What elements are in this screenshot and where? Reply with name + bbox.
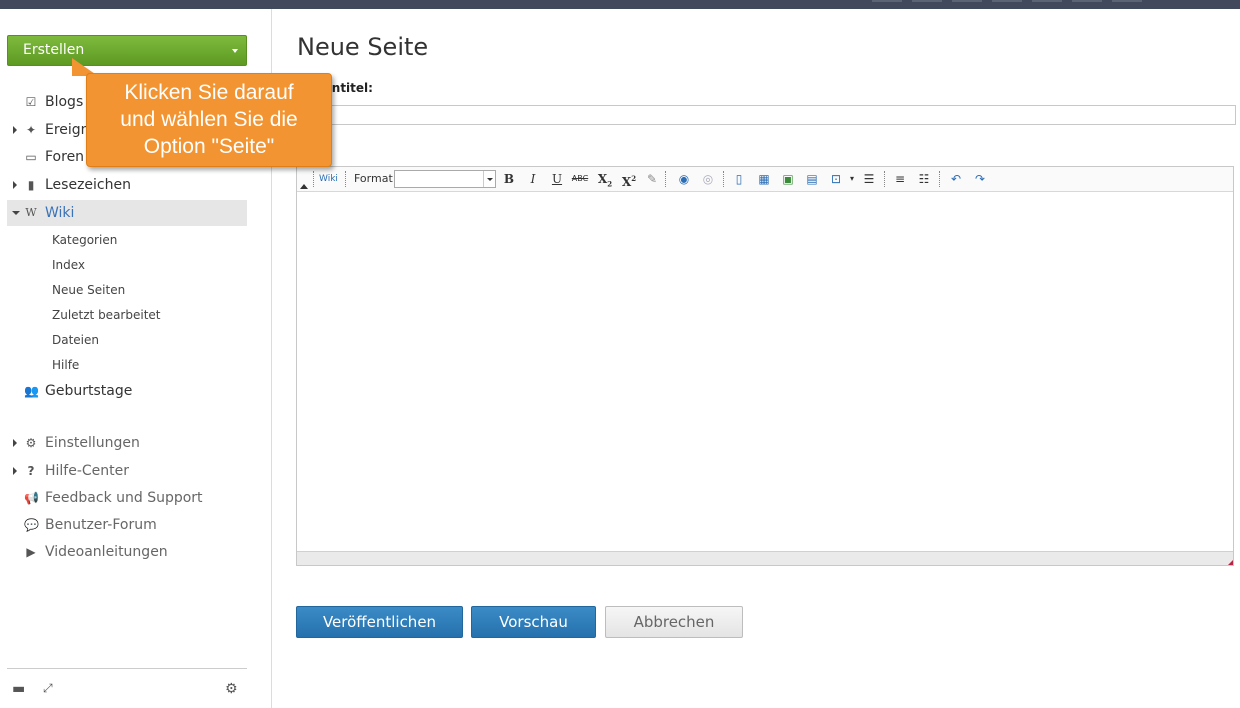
- title-input[interactable]: [297, 105, 1236, 125]
- header-tab[interactable]: [992, 0, 1022, 2]
- wiki-icon: W: [25, 206, 37, 219]
- expand-arrow-icon[interactable]: [13, 181, 17, 189]
- bold-icon[interactable]: B: [500, 170, 518, 188]
- header-tab[interactable]: [872, 0, 902, 2]
- superscript-icon[interactable]: X2: [620, 170, 638, 189]
- document-icon[interactable]: ▤: [803, 170, 821, 188]
- strikethrough-icon[interactable]: ABC: [571, 170, 589, 188]
- sidebar-item-birthdays[interactable]: 👥 Geburtstage: [7, 378, 247, 404]
- header-tab[interactable]: [1072, 0, 1102, 2]
- toolbar-separator: [345, 171, 346, 187]
- wiki-sub-index[interactable]: Index: [52, 255, 85, 275]
- horizontal-rule-icon[interactable]: ☰: [860, 170, 878, 188]
- header-tab[interactable]: [1032, 0, 1062, 2]
- toolbar-collapse-icon[interactable]: [300, 184, 308, 189]
- bullet-list-icon[interactable]: ☷: [915, 170, 933, 188]
- gear-icon: ⚙: [25, 436, 37, 450]
- sidebar-item-label: Feedback und Support: [45, 490, 203, 506]
- wiki-markup-icon[interactable]: Wiki: [319, 170, 338, 188]
- chevron-down-icon[interactable]: [232, 49, 238, 53]
- sidebar-item-wiki[interactable]: W Wiki: [7, 200, 247, 226]
- format-select[interactable]: [394, 170, 496, 188]
- sidebar-item-label: Benutzer-Forum: [45, 517, 157, 533]
- editor-toolbar: Wiki Format B I U ABC X2 X2 ✎ ◉ ◎ ▯ ▦ ▣ …: [297, 167, 1233, 192]
- subscript-icon[interactable]: X2: [596, 170, 614, 188]
- header-tab[interactable]: [952, 0, 982, 2]
- toolbar-separator: [723, 171, 724, 187]
- header-tab[interactable]: [1112, 0, 1142, 2]
- format-label: Format: [354, 172, 393, 185]
- wiki-sub-files[interactable]: Dateien: [52, 330, 99, 350]
- numbered-list-icon[interactable]: ≡: [891, 170, 909, 188]
- underline-icon[interactable]: U: [548, 170, 566, 188]
- expand-arrow-icon[interactable]: [13, 467, 17, 475]
- expand-arrow-icon[interactable]: [13, 439, 17, 447]
- toolbar-separator: [313, 171, 314, 187]
- sidebar-item-label: Videoanleitungen: [45, 544, 168, 560]
- pin-icon: ✦: [25, 123, 37, 137]
- sidebar-item-feedback[interactable]: 📢 Feedback und Support: [7, 485, 247, 511]
- publish-button[interactable]: Veröffentlichen: [296, 606, 463, 638]
- create-button[interactable]: Erstellen: [7, 35, 247, 66]
- eraser-icon[interactable]: ✎: [643, 170, 661, 188]
- chevron-down-icon: [483, 171, 495, 187]
- header-tab[interactable]: [912, 0, 942, 2]
- preview-button[interactable]: Vorschau: [471, 606, 596, 638]
- wiki-sub-recently-edited[interactable]: Zuletzt bearbeitet: [52, 305, 160, 325]
- instruction-callout: Klicken Sie darauf und wählen Sie die Op…: [86, 73, 332, 167]
- cancel-button[interactable]: Abbrechen: [605, 606, 743, 638]
- speech-bubble-icon: 💬: [24, 518, 39, 532]
- expand-icon[interactable]: ⤢: [43, 681, 53, 696]
- sidebar-item-label: Lesezeichen: [45, 177, 131, 193]
- edit-icon: ☑: [25, 95, 37, 109]
- editor-content-area[interactable]: [297, 193, 1233, 551]
- wiki-sub-categories[interactable]: Kategorien: [52, 230, 117, 250]
- sidebar-item-label: Wiki: [45, 205, 75, 221]
- callout-line: Klicken Sie darauf: [124, 81, 294, 104]
- create-button-label: Erstellen: [23, 42, 85, 58]
- sidebar-item-label: Geburtstage: [45, 383, 133, 399]
- toolbar-separator: [665, 171, 666, 187]
- sidebar-item-videos[interactable]: ▶ Videoanleitungen: [7, 539, 247, 565]
- wiki-sub-new-pages[interactable]: Neue Seiten: [52, 280, 125, 300]
- link-icon[interactable]: ◉: [675, 170, 693, 188]
- resize-handle-icon[interactable]: [1228, 560, 1233, 565]
- callout-line: Option "Seite": [143, 135, 275, 158]
- unlink-icon[interactable]: ◎: [699, 170, 717, 188]
- redo-icon[interactable]: ↷: [971, 170, 989, 188]
- sidebar-item-settings[interactable]: ⚙ Einstellungen: [7, 430, 247, 456]
- callout-line: und wählen Sie die: [120, 108, 298, 131]
- image-icon[interactable]: ▣: [779, 170, 797, 188]
- collapse-arrow-icon[interactable]: [12, 211, 20, 215]
- sidebar-item-bookmarks[interactable]: ▮ Lesezeichen: [7, 172, 247, 198]
- sidebar-item-label: Hilfe-Center: [45, 463, 130, 479]
- page-title: Neue Seite: [297, 33, 429, 61]
- expand-arrow-icon[interactable]: [13, 126, 17, 134]
- sidebar-item-help-center[interactable]: ? Hilfe-Center: [7, 458, 247, 484]
- chat-icon[interactable]: ▬: [12, 681, 25, 697]
- chat-icon: ▭: [25, 150, 37, 164]
- book-icon[interactable]: ▯: [730, 170, 748, 188]
- italic-icon[interactable]: I: [524, 170, 542, 188]
- sidebar-item-user-forum[interactable]: 💬 Benutzer-Forum: [7, 512, 247, 538]
- wiki-sub-help[interactable]: Hilfe: [52, 355, 79, 375]
- people-icon: 👥: [24, 384, 39, 398]
- top-header-bar: [0, 0, 1240, 9]
- sidebar-item-label: Blogs: [45, 94, 84, 110]
- gear-icon[interactable]: ⚙: [225, 681, 238, 697]
- table-icon[interactable]: ▦: [755, 170, 773, 188]
- video-icon: ▶: [26, 545, 36, 559]
- chevron-down-icon[interactable]: ▾: [843, 170, 861, 188]
- question-icon: ?: [27, 464, 35, 478]
- sidebar-footer: ▬ ⤢ ⚙: [7, 668, 247, 708]
- editor-status-bar: [297, 551, 1233, 565]
- megaphone-icon: 📢: [24, 491, 39, 505]
- sidebar-item-label: Einstellungen: [45, 435, 140, 451]
- toolbar-separator: [884, 171, 885, 187]
- sidebar-item-label: Foren: [45, 149, 85, 165]
- undo-icon[interactable]: ↶: [947, 170, 965, 188]
- toolbar-separator: [939, 171, 940, 187]
- rich-text-editor: Wiki Format B I U ABC X2 X2 ✎ ◉ ◎ ▯ ▦ ▣ …: [296, 166, 1234, 566]
- bookmark-icon: ▮: [27, 178, 35, 192]
